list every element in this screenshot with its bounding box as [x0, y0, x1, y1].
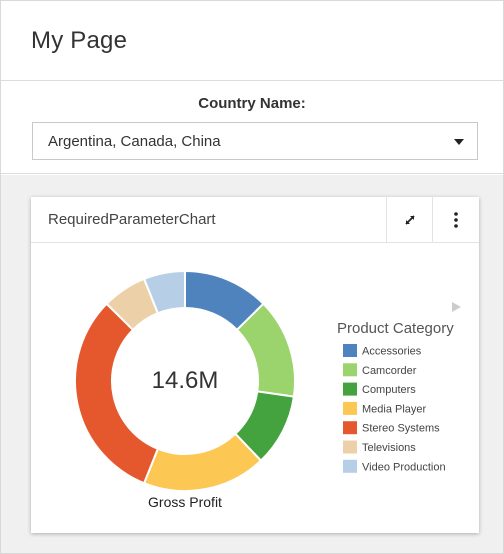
widget-menu-button[interactable]: [432, 197, 478, 243]
legend-label-video-production[interactable]: Video Production: [362, 461, 446, 473]
legend-swatch-camcorder[interactable]: [343, 363, 357, 377]
legend-swatch-televisions[interactable]: [343, 440, 357, 454]
legend-swatch-accessories[interactable]: [343, 344, 357, 357]
legend-title: Product Category: [337, 320, 454, 337]
donut-slice-stereo-systems[interactable]: [74, 302, 160, 485]
expand-arrows-icon[interactable]: [402, 212, 418, 228]
legend-label-computers[interactable]: Computers: [362, 384, 416, 396]
page-title: My Page: [31, 27, 128, 54]
vertical-dots-menu-icon[interactable]: [453, 211, 459, 229]
legend-label-camcorder[interactable]: Camcorder: [362, 365, 417, 377]
country-name-selected-value: Argentina, Canada, China: [48, 133, 221, 150]
legend-swatch-stereo-systems[interactable]: [343, 421, 357, 435]
caret-down-icon[interactable]: [454, 139, 464, 145]
legend-swatch-media-player[interactable]: [343, 401, 357, 415]
filter-section: Country Name: Argentina, Canada, China: [1, 82, 503, 174]
legend-label-accessories[interactable]: Accessories: [362, 346, 422, 358]
donut-chart: 14.6M Gross Profit Product Category Acce…: [74, 269, 461, 510]
chart-widget-header: RequiredParameterChart: [31, 197, 479, 243]
country-name-select[interactable]: Argentina, Canada, China: [32, 122, 478, 160]
legend-label-stereo-systems[interactable]: Stereo Systems: [362, 423, 440, 435]
donut-slice-media-player[interactable]: [142, 432, 263, 492]
country-name-label: Country Name:: [198, 95, 306, 112]
donut-label: Gross Profit: [148, 494, 222, 510]
legend-swatch-video-production[interactable]: [343, 459, 357, 473]
chart-widget: RequiredParameterChart 14.6M Gross Profi…: [31, 197, 479, 533]
chart-widget-title: RequiredParameterChart: [48, 211, 216, 228]
page-container: My Page Country Name: Argentina, Canada,…: [0, 0, 504, 554]
legend-label-media-player[interactable]: Media Player: [362, 403, 427, 415]
legend-label-televisions[interactable]: Televisions: [362, 442, 416, 454]
donut-center-value: 14.6M: [152, 367, 219, 394]
page-header: My Page: [1, 1, 503, 81]
play-triangle-icon[interactable]: [452, 302, 461, 312]
expand-button[interactable]: [386, 197, 432, 243]
legend-swatch-computers[interactable]: [343, 382, 357, 396]
